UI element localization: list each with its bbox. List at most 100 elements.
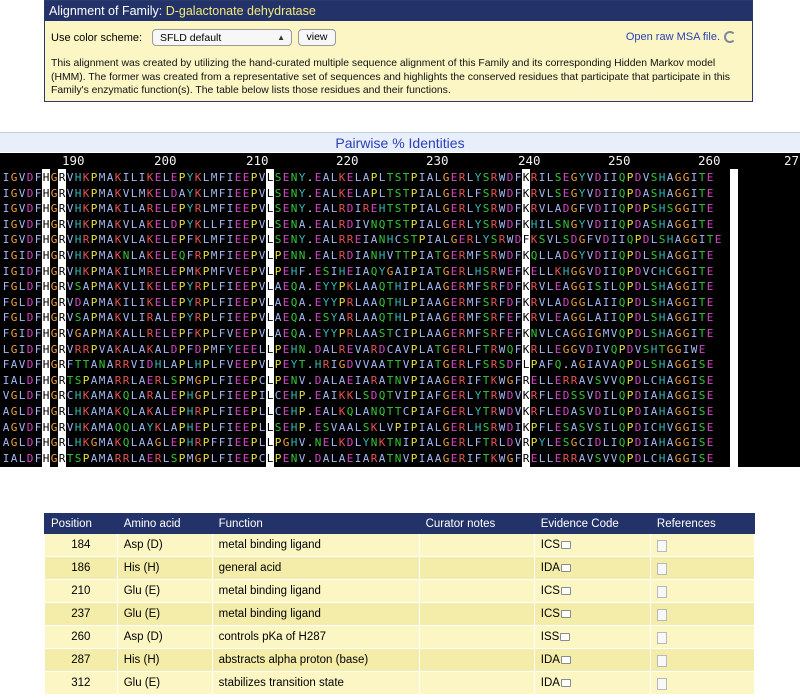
references-cell — [649, 579, 756, 603]
evidence-code[interactable]: IDA — [541, 562, 560, 574]
color-scheme-select[interactable]: SFLD default ▲ — [152, 29, 292, 46]
comment-icon[interactable] — [560, 541, 571, 549]
reference-document-icon[interactable] — [656, 539, 667, 552]
curator-notes-cell — [418, 648, 535, 672]
function-cell: controls pKa of H287 — [211, 625, 420, 649]
function-cell: metal binding ligand — [211, 579, 420, 603]
references-cell — [649, 625, 756, 649]
sequence-row: FGIDFHGRVGAPMAKALLRELEPFKPLFVEEPVLAEQA.E… — [2, 327, 714, 340]
reference-document-icon[interactable] — [656, 631, 667, 644]
column-header-curator-notes: Curator notes — [418, 513, 535, 534]
ruler-number: 200 — [154, 153, 177, 168]
evidence-code[interactable]: ICS — [541, 539, 560, 551]
column-header-amino-acid: Amino acid — [116, 513, 213, 534]
position-cell: 312 — [44, 671, 118, 695]
comment-icon[interactable] — [560, 610, 571, 618]
evidence-code[interactable]: ICS — [541, 585, 560, 597]
sequence-row: FGLDFHGRVSAPMAKVLIKELEPYRPLFIEEPVLAEQA.E… — [2, 280, 714, 294]
evidence-code[interactable]: ISS — [541, 631, 560, 643]
amino-acid-cell: His (H) — [116, 648, 213, 672]
evidence-code[interactable]: ICS — [541, 608, 560, 620]
amino-acid-cell: His (H) — [116, 556, 213, 580]
open-msa-link[interactable]: Open raw MSA file. — [626, 31, 720, 43]
evidence-code-cell: IDA — [533, 556, 651, 580]
curator-notes-cell — [418, 533, 535, 557]
references-cell — [649, 556, 756, 580]
ruler-number: 27 — [784, 153, 800, 168]
ruler-number: 230 — [426, 153, 449, 168]
column-header-function: Function — [211, 513, 420, 534]
reference-document-icon[interactable] — [656, 608, 667, 621]
reference-document-icon[interactable] — [656, 654, 667, 667]
conserved-column-highlight — [730, 169, 738, 467]
reference-document-icon[interactable] — [656, 677, 667, 690]
curator-notes-cell — [418, 671, 535, 695]
sequence-row: IGVDFHGRVHKPMAKILIKELEPYKLMFIEEPVLSENY.E… — [2, 171, 714, 184]
color-scheme-value: SFLD default — [160, 32, 222, 44]
sequence-row: IGVDFHGRVHKPMAKVLAKELDPYKLLFIEEPVLSENA.E… — [2, 217, 714, 231]
references-cell — [649, 648, 756, 672]
table-row: 260 Asp (D) controls pKa of H287 ISS — [44, 625, 756, 649]
evidence-code-cell: ICS — [533, 602, 651, 626]
reference-document-icon[interactable] — [656, 585, 667, 598]
function-cell: abstracts alpha proton (base) — [211, 648, 420, 672]
table-header-row: Position Amino acid Function Curator notes E… — [44, 513, 756, 534]
function-cell: metal binding ligand — [211, 602, 420, 626]
sequence-row: IGIDFHGRVHKPMAKNLAKELEQFRPMFIEEPVLPENN.E… — [2, 249, 714, 262]
sequence-row: IALDFHGRTSPAMARRLAERLSPMGPLFIEEPCLPENV.D… — [2, 373, 714, 387]
references-cell — [649, 671, 756, 695]
alignment-ruler: 190 200 210 220 230 240 250 260 27 — [0, 153, 800, 169]
view-button[interactable]: view — [298, 29, 336, 46]
family-panel: Alignment of Family: D-galactonate dehyd… — [44, 0, 753, 102]
family-description: This alignment was created by utilizing … — [51, 58, 731, 96]
residue-function-table: Position Amino acid Function Curator notes E… — [44, 513, 756, 695]
refresh-icon[interactable] — [724, 31, 736, 43]
alignment-title: Pairwise % Identities — [0, 132, 800, 152]
family-header-label: Alignment of Family: — [49, 4, 163, 18]
comment-icon[interactable] — [560, 587, 571, 595]
comment-icon[interactable] — [560, 679, 571, 687]
evidence-code[interactable]: IDA — [541, 654, 560, 666]
sequence-row: AGVDFHGRVHKAMAQQLAYKLAPHEPLFIEEPLLSEHP.E… — [2, 420, 714, 434]
sequence-row: IGVDFHGRVHRPMAKVLAKELEPFKLMFIEEPVLSENY.E… — [2, 233, 722, 247]
position-cell: 260 — [44, 625, 118, 649]
select-arrows-icon: ▲ — [277, 33, 285, 42]
sequence-row: IGVDFHGRVHKPMAKILARELEPYRLMFIEEPVLSENY.E… — [2, 202, 714, 216]
amino-acid-cell: Glu (E) — [116, 602, 213, 626]
evidence-code-cell: IDA — [533, 648, 651, 672]
ruler-number: 260 — [698, 153, 721, 168]
column-header-evidence-code: Evidence Code — [533, 513, 651, 534]
amino-acid-cell: Asp (D) — [116, 625, 213, 649]
column-header-references: References — [649, 513, 756, 534]
sequence-row: AGLDFHGRLHKAMAKQLAKALEPHRPLFIEEPLLCEHP.E… — [2, 405, 714, 418]
table-row: 210 Glu (E) metal binding ligand ICS — [44, 579, 756, 603]
references-cell — [649, 533, 756, 557]
sequence-row: IGIDFHGRVHKPMAKILMRELEPMKPMFVEEPVLPEHF.E… — [2, 264, 714, 278]
function-cell: stabilizes transition state — [211, 671, 420, 695]
evidence-code-cell: ISS — [533, 625, 651, 649]
function-cell: general acid — [211, 556, 420, 580]
comment-icon[interactable] — [560, 656, 571, 664]
sequence-row: IGVDFHGRVHKPMAKVLMKELDAYKLMFIEEPVLSENY.E… — [2, 186, 714, 200]
reference-document-icon[interactable] — [656, 562, 667, 575]
curator-notes-cell — [418, 579, 535, 603]
amino-acid-cell: Glu (E) — [116, 671, 213, 695]
sequence-row: IALDFHGRTSPAMARRLAERLSPMGPLFIEEPCLPENV.D… — [2, 451, 714, 465]
evidence-code-cell: IDA — [533, 671, 651, 695]
evidence-code-cell: ICS — [533, 579, 651, 603]
family-header: Alignment of Family: D-galactonate dehyd… — [45, 1, 752, 21]
color-scheme-row: Use color scheme: SFLD default ▲ view Op… — [51, 29, 748, 49]
family-name: D-galactonate dehydratase — [165, 4, 316, 18]
function-cell: metal binding ligand — [211, 533, 420, 557]
ruler-number: 220 — [336, 153, 359, 168]
table-row: 287 His (H) abstracts alpha proton (base) I… — [44, 648, 756, 672]
curator-notes-cell — [418, 556, 535, 580]
comment-icon[interactable] — [560, 633, 571, 641]
amino-acid-cell: Asp (D) — [116, 533, 213, 557]
ruler-number: 210 — [246, 153, 269, 168]
evidence-code[interactable]: IDA — [541, 677, 560, 689]
evidence-code-cell: ICS — [533, 533, 651, 557]
ruler-number: 250 — [608, 153, 631, 168]
comment-icon[interactable] — [560, 564, 571, 572]
sequence-row: FGLDFHGRVDAPMAKILIKELEPYRPLFIEEPVLAEQA.E… — [2, 295, 714, 309]
